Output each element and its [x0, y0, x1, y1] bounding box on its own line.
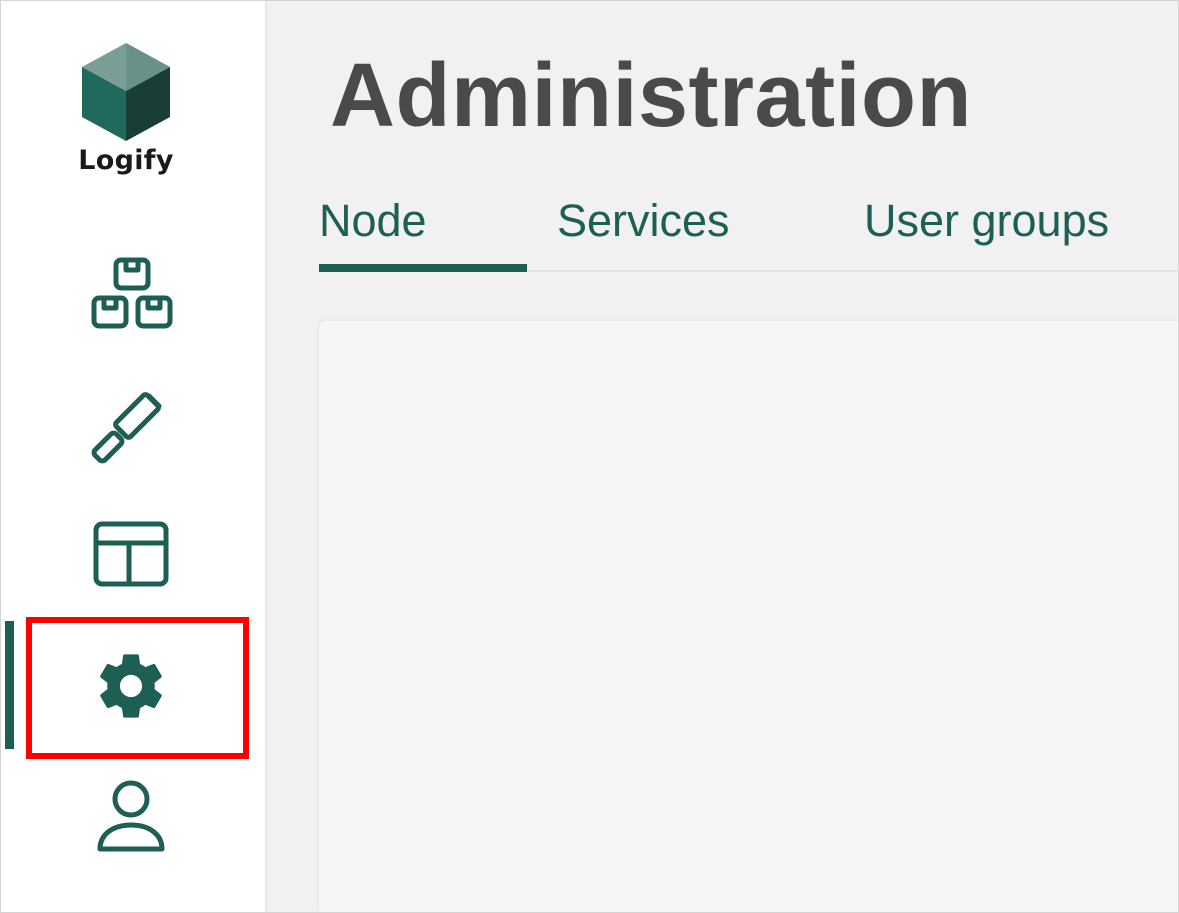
tab-node[interactable]: Node: [319, 186, 527, 272]
tab-services-label: Services: [557, 195, 730, 246]
sidebar-item-profile[interactable]: [31, 761, 231, 871]
logo[interactable]: Logify: [61, 41, 191, 176]
user-icon: [96, 779, 166, 853]
boxes-icon: [86, 256, 176, 332]
page-title: Administration: [330, 46, 973, 146]
gear-icon: [93, 648, 169, 724]
logo-text: Logify: [78, 145, 174, 176]
active-indicator: [5, 621, 14, 749]
app-window: Logify Administration Node Services User…: [0, 0, 1179, 913]
sidebar-item-apps[interactable]: [31, 239, 231, 349]
sidebar-item-layout[interactable]: [31, 499, 231, 609]
tab-user-groups[interactable]: User groups: [864, 186, 1109, 270]
tab-bar: Node Services User groups: [319, 186, 1178, 272]
content-panel: [319, 321, 1178, 912]
sidebar: Logify: [1, 1, 267, 912]
layout-icon: [93, 521, 169, 587]
tab-node-label: Node: [319, 195, 427, 246]
sidebar-item-administration[interactable]: [31, 631, 231, 741]
sidebar-item-build[interactable]: [31, 369, 231, 479]
tab-services[interactable]: Services: [557, 186, 730, 270]
tab-user-groups-label: User groups: [864, 195, 1110, 246]
main-content: Administration Node Services User groups: [267, 1, 1178, 912]
hammer-icon: [91, 384, 171, 464]
logo-cube-icon: [82, 43, 170, 141]
